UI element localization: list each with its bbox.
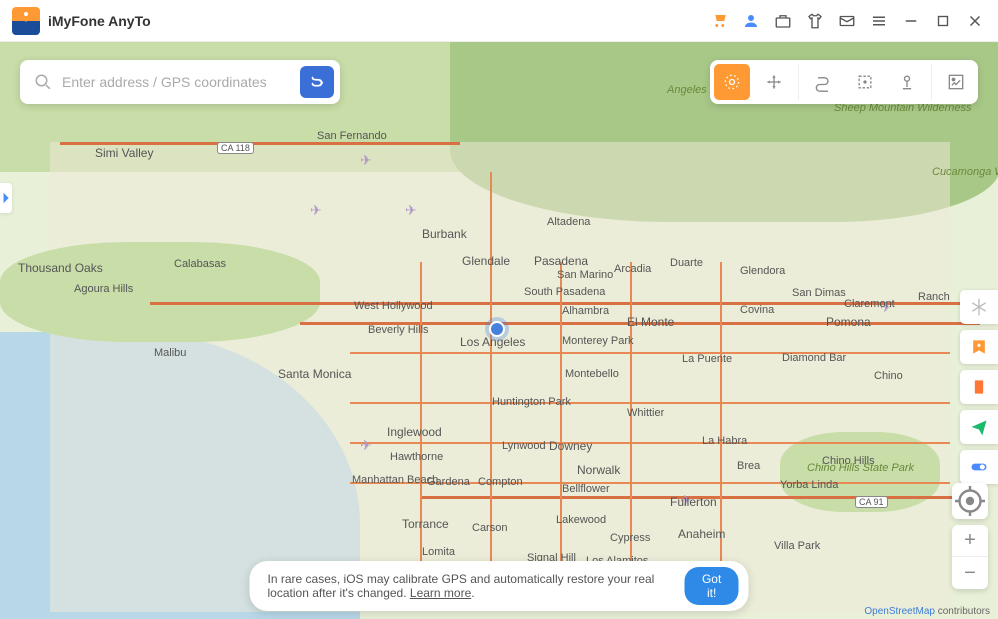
city-label: Claremont bbox=[842, 298, 897, 310]
city-label: Altadena bbox=[545, 216, 592, 228]
expand-panel-handle[interactable] bbox=[0, 183, 12, 213]
city-label: Yorba Linda bbox=[778, 479, 840, 491]
city-label: Glendale bbox=[460, 254, 512, 268]
city-label: Compton bbox=[476, 476, 525, 488]
menu-icon[interactable] bbox=[868, 10, 890, 32]
map[interactable]: ✈ ✈ ✈ ✈ ✈ ✈ Simi ValleyVenturaSan Fernan… bbox=[0, 42, 998, 619]
city-label: San Marino bbox=[555, 269, 615, 281]
city-label: San Fernando bbox=[315, 130, 389, 142]
briefcase-icon[interactable] bbox=[772, 10, 794, 32]
city-label: La Puente bbox=[680, 353, 734, 365]
city-label: Anaheim bbox=[676, 527, 727, 541]
city-label: Cypress bbox=[608, 532, 652, 544]
search-icon bbox=[34, 73, 52, 91]
city-label: Santa Monica bbox=[276, 367, 353, 381]
city-label: Norwalk bbox=[575, 463, 622, 477]
city-label: Lakewood bbox=[554, 514, 608, 526]
city-label: Ranch bbox=[916, 291, 952, 303]
two-spot-mode-button[interactable] bbox=[756, 64, 792, 100]
shirt-icon[interactable] bbox=[804, 10, 826, 32]
city-label: Hawthorne bbox=[388, 451, 445, 463]
teleport-mode-button[interactable] bbox=[714, 64, 750, 100]
zoom-out-button[interactable]: − bbox=[952, 557, 988, 589]
osm-link[interactable]: OpenStreetMap bbox=[864, 606, 935, 617]
city-label: Carson bbox=[470, 522, 509, 534]
city-label: Simi Valley bbox=[93, 146, 155, 160]
jump-teleport-button[interactable] bbox=[847, 64, 883, 100]
minimize-button[interactable] bbox=[900, 10, 922, 32]
city-label: Torrance bbox=[400, 517, 451, 531]
maximize-button[interactable] bbox=[932, 10, 954, 32]
city-label: Downey bbox=[547, 439, 594, 453]
city-label: Covina bbox=[738, 304, 776, 316]
city-label: Lynwood bbox=[500, 440, 548, 452]
highway-shield: CA 118 bbox=[217, 142, 254, 154]
app-logo bbox=[12, 7, 40, 35]
city-label: Villa Park bbox=[772, 540, 822, 552]
city-label: Pomona bbox=[824, 315, 873, 329]
city-label: Diamond Bar bbox=[780, 352, 848, 364]
multi-spot-mode-button[interactable] bbox=[805, 64, 841, 100]
city-label: Bellflower bbox=[560, 483, 612, 495]
city-label: El Monte bbox=[625, 315, 676, 329]
park-label: Cucamonga Wilderness bbox=[930, 166, 998, 178]
city-label: Brea bbox=[735, 460, 762, 472]
city-label: Monterey Park bbox=[560, 335, 636, 347]
city-label: Agoura Hills bbox=[72, 283, 135, 295]
gpx-import-button[interactable] bbox=[938, 64, 974, 100]
city-label: Alhambra bbox=[560, 305, 611, 317]
joystick-mode-button[interactable] bbox=[889, 64, 925, 100]
city-label: Beverly Hills bbox=[366, 324, 431, 336]
search-submit-button[interactable] bbox=[300, 66, 334, 98]
titlebar: iMyFone AnyTo bbox=[0, 0, 998, 42]
city-label: Montebello bbox=[563, 368, 621, 380]
city-label: Whittier bbox=[625, 407, 666, 419]
history-button[interactable] bbox=[960, 370, 998, 404]
got-it-button[interactable]: Got it! bbox=[685, 567, 739, 605]
city-label: Burbank bbox=[420, 227, 469, 241]
route-arrow-icon bbox=[308, 73, 326, 91]
user-icon[interactable] bbox=[740, 10, 762, 32]
zoom-control: + − bbox=[952, 525, 988, 589]
cart-icon[interactable] bbox=[708, 10, 730, 32]
city-label: Calabasas bbox=[172, 258, 228, 270]
highway-shield: CA 91 bbox=[855, 496, 888, 508]
mode-toolbar bbox=[710, 60, 978, 104]
city-label: West Hollywood bbox=[352, 300, 435, 312]
city-label: Thousand Oaks bbox=[16, 261, 105, 275]
app-title: iMyFone AnyTo bbox=[48, 13, 151, 29]
close-button[interactable] bbox=[964, 10, 986, 32]
city-label: South Pasadena bbox=[522, 286, 607, 298]
cooldown-button[interactable] bbox=[960, 290, 998, 324]
city-label: Huntington Park bbox=[490, 396, 573, 408]
city-label: Inglewood bbox=[385, 425, 444, 439]
side-tools bbox=[960, 290, 998, 484]
city-label: Glendora bbox=[738, 265, 787, 277]
city-label: San Dimas bbox=[790, 287, 848, 299]
share-button[interactable] bbox=[960, 410, 998, 444]
city-label: La Habra bbox=[700, 435, 749, 447]
notification-text: In rare cases, iOS may calibrate GPS and… bbox=[268, 572, 673, 600]
city-label: Lomita bbox=[420, 546, 457, 558]
city-label: Chino bbox=[872, 370, 905, 382]
city-label: Pasadena bbox=[532, 254, 590, 268]
city-label: Manhattan Beach bbox=[350, 474, 440, 486]
favorites-button[interactable] bbox=[960, 330, 998, 364]
search-input[interactable] bbox=[62, 74, 300, 90]
city-label: Malibu bbox=[152, 347, 188, 359]
map-attribution: OpenStreetMap contributors bbox=[864, 606, 990, 617]
zoom-in-button[interactable]: + bbox=[952, 525, 988, 557]
toggle-button[interactable] bbox=[960, 450, 998, 484]
city-label: Arcadia bbox=[612, 263, 653, 275]
notification-bar: In rare cases, iOS may calibrate GPS and… bbox=[250, 561, 749, 611]
search-box bbox=[20, 60, 340, 104]
current-location-marker bbox=[485, 317, 509, 341]
mail-icon[interactable] bbox=[836, 10, 858, 32]
learn-more-link[interactable]: Learn more bbox=[410, 586, 471, 600]
recenter-button[interactable] bbox=[952, 483, 988, 519]
city-label: Duarte bbox=[668, 257, 705, 269]
titlebar-actions bbox=[708, 10, 986, 32]
city-label: Fullerton bbox=[668, 495, 719, 509]
park-label: Chino Hills State Park bbox=[805, 462, 895, 474]
